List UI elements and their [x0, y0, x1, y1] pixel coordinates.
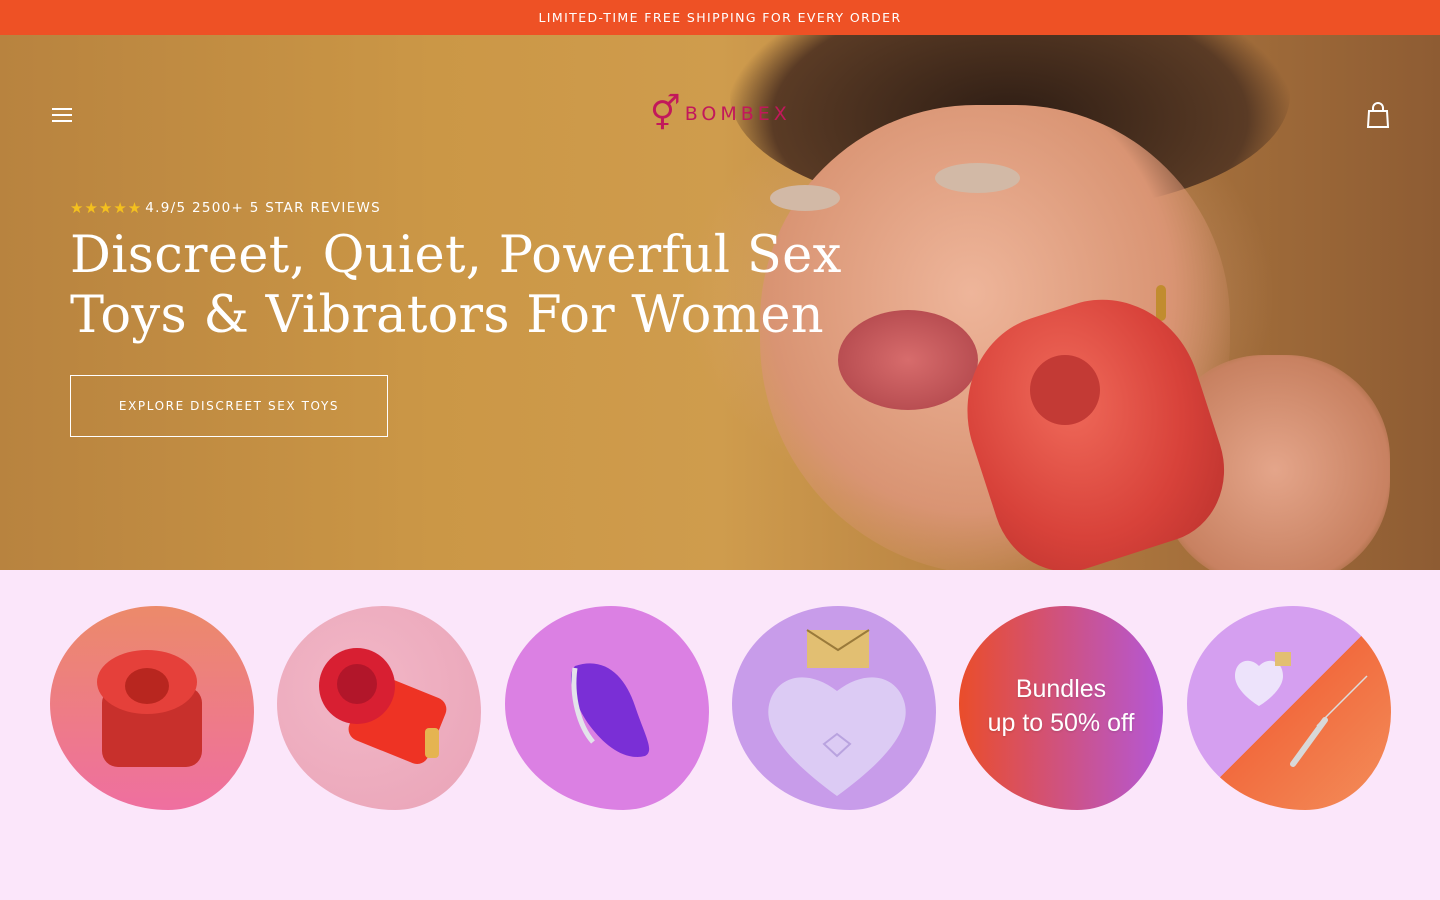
cart-button[interactable] — [1358, 97, 1398, 137]
hero-image-lips — [838, 310, 978, 410]
rose-toy-icon — [319, 648, 447, 764]
hero-headline: Discreet, Quiet, Powerful Sex Toys & Vib… — [70, 226, 850, 346]
hero-copy: ★★★★★ 4.9/5 2500+ 5 STAR REVIEWS Discree… — [70, 196, 850, 346]
rating-text: 4.9/5 2500+ 5 STAR REVIEWS — [145, 200, 382, 216]
category-purple-suction-toy[interactable] — [505, 606, 709, 810]
hero-headline-line-1: Discreet, Quiet, Powerful Sex — [70, 226, 842, 285]
category-rose-lips-toy[interactable] — [50, 606, 254, 810]
announcement-text: LIMITED-TIME FREE SHIPPING FOR EVERY ORD… — [538, 10, 902, 25]
hamburger-menu-icon — [52, 108, 72, 110]
hamburger-menu-icon-bar — [52, 120, 72, 122]
category-necklace-toy[interactable] — [1187, 606, 1391, 810]
bundles-label: Bundles up to 50% off — [959, 672, 1163, 740]
announcement-bar: LIMITED-TIME FREE SHIPPING FOR EVERY ORD… — [0, 0, 1440, 35]
rating-summary: ★★★★★ 4.9/5 2500+ 5 STAR REVIEWS — [70, 196, 850, 220]
site-logo[interactable]: ⚥ BOMBEX — [650, 91, 790, 137]
hero-image-earring — [1156, 285, 1166, 321]
menu-button[interactable] — [40, 95, 84, 135]
category-bundles[interactable]: Bundles up to 50% off — [959, 606, 1163, 810]
category-carousel: Bundles up to 50% off — [0, 570, 1440, 900]
star-rating-icon: ★★★★★ — [70, 199, 143, 217]
logo-text: BOMBEX — [684, 103, 791, 125]
explore-discreet-toys-button[interactable]: EXPLORE DISCREET SEX TOYS — [70, 375, 388, 437]
hero-headline-line-2: Toys & Vibrators For Women — [70, 286, 824, 345]
bundles-label-line-1: Bundles — [1015, 675, 1107, 703]
bundles-label-line-2: up to 50% off — [987, 709, 1135, 737]
category-rose-toy[interactable] — [277, 606, 481, 810]
category-heart-perfume-toy[interactable] — [732, 606, 936, 810]
shopping-bag-icon — [1366, 102, 1390, 128]
purple-suction-toy-icon — [570, 663, 650, 757]
rose-lips-toy-icon — [97, 650, 202, 767]
logo-mark-icon: ⚥ — [650, 94, 681, 134]
necklace-toy-icon — [1235, 652, 1368, 767]
hamburger-menu-icon-bar — [52, 114, 72, 116]
heart-perfume-toy-icon — [768, 629, 906, 796]
hero-image-eye-right — [935, 163, 1020, 193]
hero-image-product-center — [1030, 355, 1100, 425]
